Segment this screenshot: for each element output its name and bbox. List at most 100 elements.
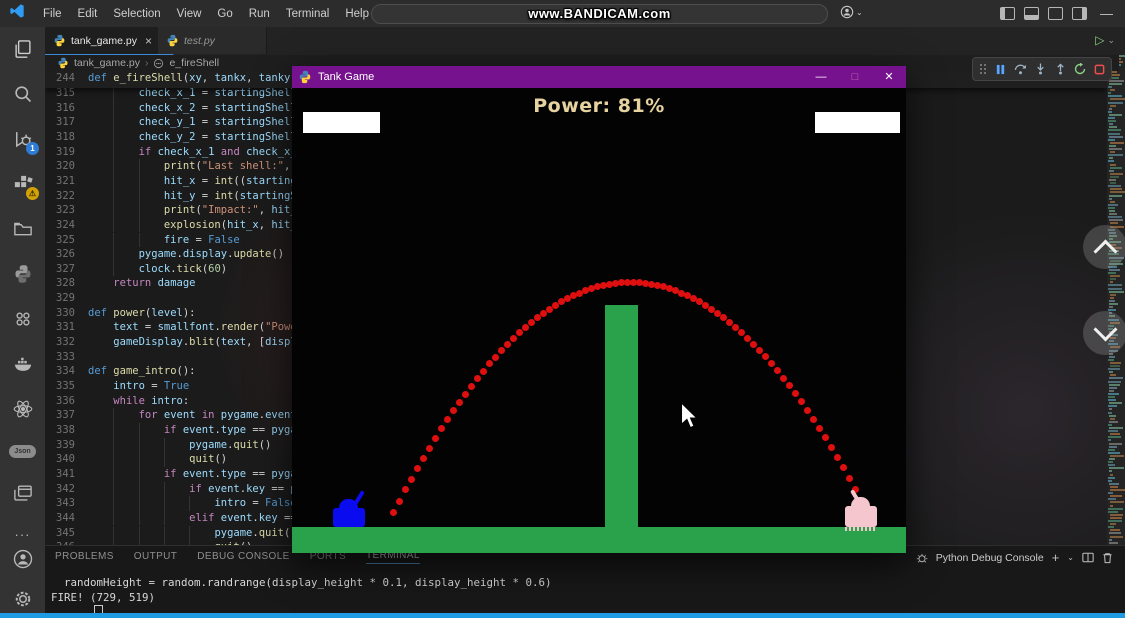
mouse-cursor bbox=[680, 403, 698, 430]
bandicam-watermark: www.BANDICAM.com bbox=[372, 5, 827, 23]
extension-grid-icon[interactable] bbox=[0, 303, 45, 335]
panel-tab-problems[interactable]: PROBLEMS bbox=[55, 551, 114, 564]
menu-bar: FileEditSelectionViewGoRunTerminalHelp bbox=[35, 5, 377, 23]
enemy-tank bbox=[845, 506, 877, 527]
terminal-dropdown-icon[interactable]: ⌄ bbox=[1067, 553, 1074, 562]
close-tab-icon[interactable]: × bbox=[145, 34, 152, 48]
account-icon bbox=[840, 5, 854, 19]
line-number: 341 bbox=[45, 467, 75, 482]
menu-run[interactable]: Run bbox=[241, 5, 278, 23]
debug-badge: 1 bbox=[26, 142, 39, 155]
new-terminal-icon[interactable]: + bbox=[1052, 550, 1060, 565]
run-dropdown-icon: ⌄ bbox=[1107, 35, 1115, 46]
minimize-window-icon[interactable]: — bbox=[1100, 6, 1113, 21]
line-number: 336 bbox=[45, 394, 75, 409]
python-app-icon bbox=[298, 70, 312, 84]
tank-game-canvas[interactable]: Power: 81% bbox=[292, 88, 906, 553]
account-menu[interactable]: ⌄ bbox=[840, 5, 863, 19]
tab-test-py[interactable]: test.py bbox=[158, 27, 267, 54]
menu-edit[interactable]: Edit bbox=[70, 5, 106, 23]
line-number: 321 bbox=[45, 174, 75, 189]
line-number: 335 bbox=[45, 379, 75, 394]
python-file-icon bbox=[53, 34, 66, 47]
run-python-file-button[interactable]: ▷ ⌄ bbox=[1095, 33, 1115, 47]
json-extension-icon[interactable]: Json bbox=[0, 435, 45, 467]
windows-stack-icon[interactable] bbox=[0, 477, 45, 509]
extensions-icon[interactable]: ⚠ bbox=[0, 168, 45, 200]
scroll-down-overlay-button[interactable] bbox=[1083, 311, 1125, 355]
split-terminal-icon[interactable] bbox=[1082, 552, 1094, 563]
settings-gear-icon[interactable] bbox=[0, 583, 45, 615]
toggle-sidebar-icon[interactable] bbox=[1000, 7, 1015, 20]
debug-step-into-icon[interactable] bbox=[1035, 63, 1046, 75]
line-number: 317 bbox=[45, 115, 75, 130]
line-number: 325 bbox=[45, 233, 75, 248]
line-number: 345 bbox=[45, 526, 75, 541]
tab-tank-game-py[interactable]: tank_game.py × bbox=[45, 27, 174, 55]
line-number: 318 bbox=[45, 130, 75, 145]
menu-selection[interactable]: Selection bbox=[105, 5, 168, 23]
tank-game-titlebar[interactable]: Tank Game — □ ✕ bbox=[292, 66, 906, 89]
status-bar[interactable] bbox=[0, 613, 1125, 618]
search-icon[interactable] bbox=[0, 78, 45, 110]
symbol-namespace-icon bbox=[153, 58, 164, 69]
python-extension-icon[interactable] bbox=[0, 258, 45, 290]
run-debug-icon[interactable]: 1 bbox=[0, 123, 45, 155]
game-minimize-button[interactable]: — bbox=[804, 66, 838, 88]
menu-terminal[interactable]: Terminal bbox=[278, 5, 337, 23]
debug-stop-icon[interactable] bbox=[1094, 64, 1105, 75]
scroll-up-overlay-button[interactable] bbox=[1083, 225, 1125, 269]
line-number: 333 bbox=[45, 350, 75, 365]
layout-controls: — bbox=[1000, 6, 1113, 21]
debug-pause-icon[interactable] bbox=[995, 64, 1006, 75]
command-center[interactable]: www.BANDICAM.com bbox=[371, 4, 828, 24]
bottom-panel: PROBLEMSOUTPUTDEBUG CONSOLEPORTSTERMINAL… bbox=[45, 545, 1125, 614]
line-number: 339 bbox=[45, 438, 75, 453]
panel-tab-debug-console[interactable]: DEBUG CONSOLE bbox=[197, 551, 289, 564]
terminal-line: FIRE! (729, 519) bbox=[51, 591, 155, 604]
game-window-title: Tank Game bbox=[318, 71, 374, 83]
explorer-icon[interactable] bbox=[0, 33, 45, 65]
breadcrumb-file[interactable]: tank_game.py bbox=[74, 57, 140, 69]
panel-tab-output[interactable]: OUTPUT bbox=[134, 551, 178, 564]
line-number: 340 bbox=[45, 452, 75, 467]
debug-restart-icon[interactable] bbox=[1074, 63, 1086, 75]
game-close-button[interactable]: ✕ bbox=[872, 66, 906, 88]
console-selector[interactable]: Python Debug Console bbox=[936, 552, 1044, 564]
minimap[interactable] bbox=[1107, 55, 1125, 545]
activity-bar: 1 ⚠ Json ··· bbox=[0, 27, 45, 618]
line-number: 324 bbox=[45, 218, 75, 233]
react-extension-icon[interactable] bbox=[0, 393, 45, 425]
game-window-controls: — □ ✕ bbox=[804, 66, 906, 88]
line-number: 342 bbox=[45, 482, 75, 497]
line-number: 319 bbox=[45, 145, 75, 160]
kill-terminal-trash-icon[interactable] bbox=[1102, 552, 1113, 564]
customize-layout-icon[interactable] bbox=[1072, 7, 1087, 20]
debug-step-out-icon[interactable] bbox=[1055, 63, 1066, 75]
menu-view[interactable]: View bbox=[169, 5, 210, 23]
line-number: 326 bbox=[45, 247, 75, 262]
account-profile-icon[interactable] bbox=[0, 543, 45, 575]
debug-toolbar-grip[interactable] bbox=[979, 63, 987, 75]
line-number: 337 bbox=[45, 408, 75, 423]
python-file-icon bbox=[166, 34, 179, 47]
line-number: 344 bbox=[45, 511, 75, 526]
debug-step-over-icon[interactable] bbox=[1014, 63, 1027, 75]
line-number: 329 bbox=[45, 291, 75, 306]
toggle-panel-icon[interactable] bbox=[1024, 7, 1039, 20]
docker-icon[interactable] bbox=[0, 348, 45, 380]
chevron-up-icon bbox=[1093, 239, 1117, 263]
tank-game-window: Tank Game — □ ✕ Power: 81% bbox=[292, 66, 906, 553]
health-bar-enemy bbox=[815, 112, 900, 133]
toggle-secondary-sidebar-icon[interactable] bbox=[1048, 7, 1063, 20]
chevron-down-icon bbox=[1093, 317, 1117, 341]
player-tank bbox=[333, 508, 365, 527]
game-maximize-button[interactable]: □ bbox=[838, 66, 872, 88]
menu-go[interactable]: Go bbox=[209, 5, 240, 23]
remote-explorer-icon[interactable] bbox=[0, 213, 45, 245]
line-number: 338 bbox=[45, 423, 75, 438]
screen: FileEditSelectionViewGoRunTerminalHelp ←… bbox=[0, 0, 1125, 618]
line-number: 244 bbox=[45, 71, 75, 86]
breadcrumb-symbol[interactable]: e_fireShell bbox=[169, 57, 219, 69]
menu-file[interactable]: File bbox=[35, 5, 70, 23]
